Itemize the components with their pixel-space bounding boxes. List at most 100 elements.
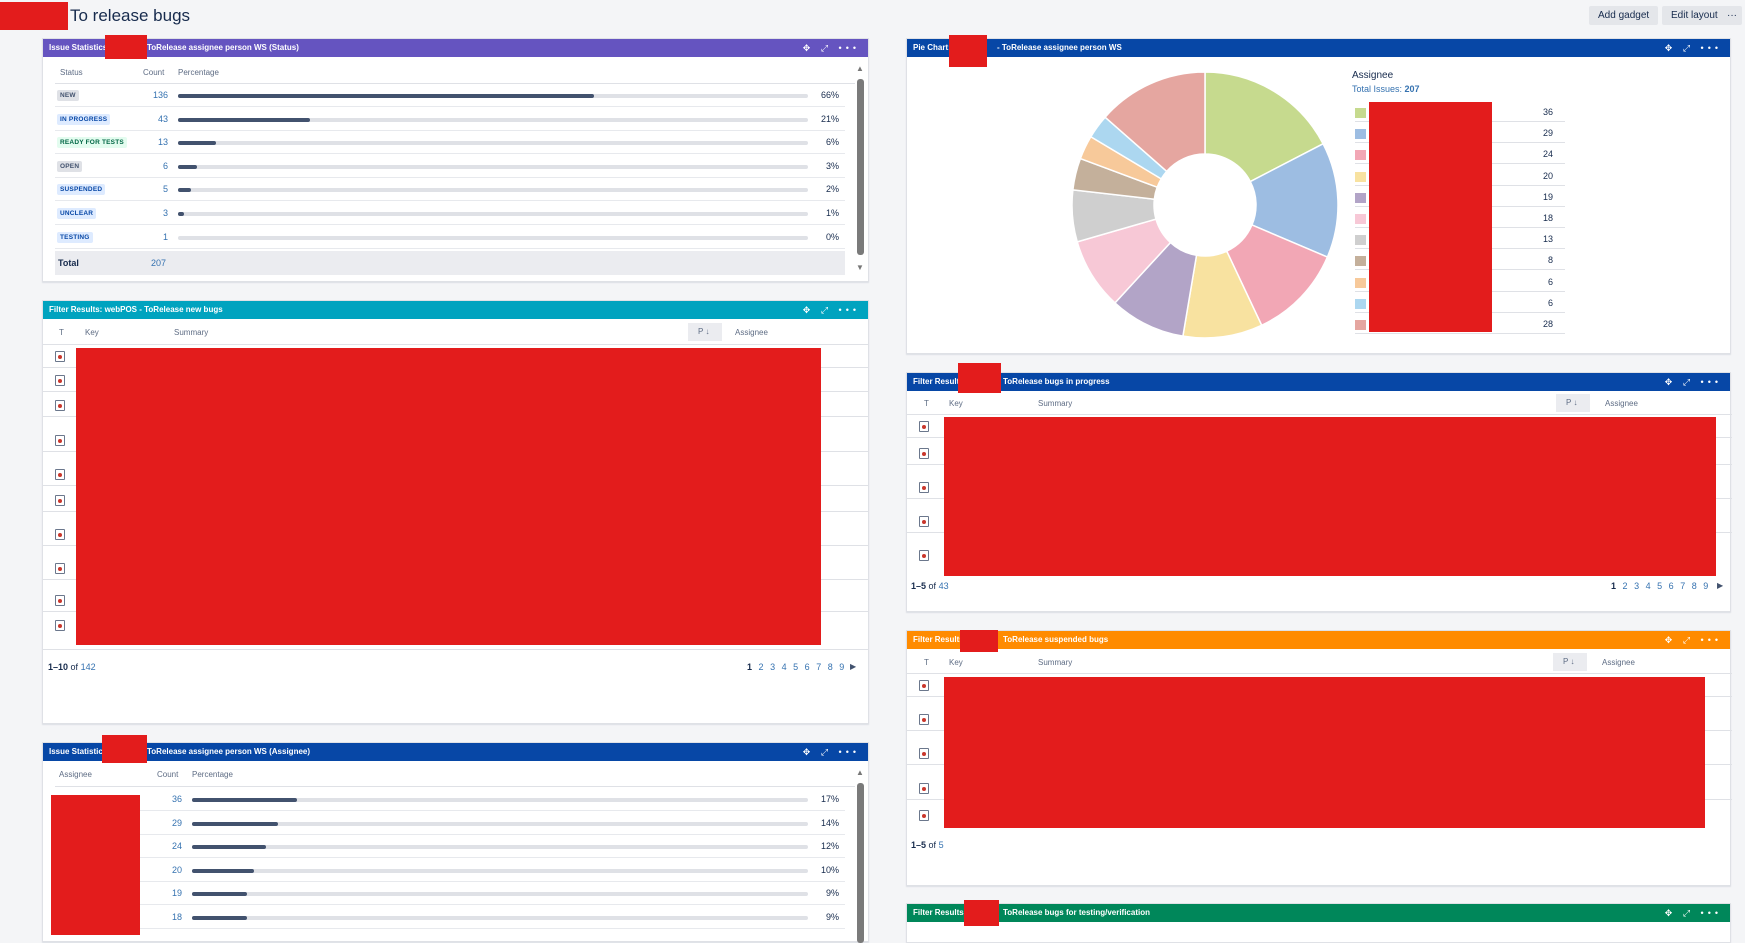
menu-icon[interactable]: ••• bbox=[1701, 377, 1722, 387]
move-icon[interactable]: ✥ bbox=[1665, 908, 1677, 918]
gadget-header[interactable]: Filter Results: ToRelease bugs for testi… bbox=[907, 904, 1730, 922]
status-count[interactable]: 13 bbox=[138, 137, 168, 147]
page-link[interactable]: 8 bbox=[828, 662, 835, 672]
column-header-type[interactable]: T bbox=[924, 399, 929, 408]
page-link[interactable]: 7 bbox=[1680, 581, 1687, 591]
total-count[interactable]: 207 bbox=[151, 258, 166, 268]
column-header-summary[interactable]: Summary bbox=[174, 328, 208, 337]
page-link[interactable]: 2 bbox=[1623, 581, 1630, 591]
menu-icon[interactable]: ••• bbox=[1701, 908, 1722, 918]
status-badge[interactable]: OPEN bbox=[57, 160, 83, 172]
menu-icon[interactable]: ••• bbox=[839, 43, 860, 53]
gadget-header[interactable]: Filter Results: ToRelease bugs in progre… bbox=[907, 373, 1730, 391]
column-header-summary[interactable]: Summary bbox=[1038, 658, 1072, 667]
scroll-down-icon[interactable]: ▼ bbox=[856, 263, 864, 272]
column-header-priority[interactable]: P ↓ bbox=[688, 323, 722, 341]
status-badge[interactable]: IN PROGRESS bbox=[57, 113, 111, 125]
pagination[interactable]: 1 2 3 4 5 6 7 8 9 bbox=[1611, 581, 1710, 591]
status-badge[interactable]: TESTING bbox=[57, 231, 93, 243]
results-total-link[interactable]: 142 bbox=[81, 662, 96, 672]
edit-layout-button[interactable]: Edit layout bbox=[1662, 6, 1727, 25]
status-badge[interactable]: READY FOR TESTS bbox=[57, 137, 127, 149]
move-icon[interactable]: ✥ bbox=[1665, 43, 1677, 53]
expand-icon[interactable]: ⤢ bbox=[1683, 377, 1694, 387]
scroll-up-icon[interactable]: ▲ bbox=[856, 64, 864, 73]
column-header-key[interactable]: Key bbox=[949, 399, 963, 408]
page-link[interactable]: 3 bbox=[770, 662, 777, 672]
more-options-button[interactable]: ··· bbox=[1722, 6, 1742, 25]
move-icon[interactable]: ✥ bbox=[1665, 635, 1677, 645]
status-badge[interactable]: SUSPENDED bbox=[57, 184, 106, 196]
column-header-priority[interactable]: P ↓ bbox=[1556, 394, 1590, 412]
gadget-header[interactable]: Filter Results: ToRelease suspended bugs… bbox=[907, 631, 1730, 649]
add-gadget-button[interactable]: Add gadget bbox=[1589, 6, 1659, 25]
legend-value: 24 bbox=[1542, 149, 1553, 160]
move-icon[interactable]: ✥ bbox=[1665, 377, 1677, 387]
gadget-header[interactable]: Issue Statistics: ToRelease assignee per… bbox=[43, 39, 868, 57]
scrollbar[interactable] bbox=[857, 79, 864, 255]
page-link[interactable]: 5 bbox=[1657, 581, 1664, 591]
assignee-count[interactable]: 18 bbox=[152, 912, 182, 922]
column-header-type[interactable]: T bbox=[924, 658, 929, 667]
page-link[interactable]: 4 bbox=[782, 662, 789, 672]
gadget-header[interactable]: Filter Results: webPOS - ToRelease new b… bbox=[43, 301, 868, 319]
move-icon[interactable]: ✥ bbox=[803, 43, 815, 53]
page-link[interactable]: 5 bbox=[793, 662, 800, 672]
column-header-type[interactable]: T bbox=[59, 328, 64, 337]
status-badge[interactable]: NEW bbox=[57, 90, 79, 101]
results-total-link[interactable]: 5 bbox=[939, 840, 944, 850]
column-header-summary[interactable]: Summary bbox=[1038, 399, 1072, 408]
column-header-priority[interactable]: P ↓ bbox=[1553, 653, 1587, 671]
page-link[interactable]: 7 bbox=[816, 662, 823, 672]
expand-icon[interactable]: ⤢ bbox=[1683, 908, 1694, 918]
page-link[interactable]: 9 bbox=[839, 662, 846, 672]
assignee-count[interactable]: 24 bbox=[152, 841, 182, 851]
next-page-icon[interactable]: ▶ bbox=[850, 662, 856, 671]
page-link[interactable]: 1 bbox=[747, 662, 754, 672]
assignee-count[interactable]: 20 bbox=[152, 865, 182, 875]
gadget-header[interactable]: Pie Chart: - ToRelease assignee person W… bbox=[907, 39, 1730, 57]
menu-icon[interactable]: ••• bbox=[839, 305, 860, 315]
column-header-key[interactable]: Key bbox=[949, 658, 963, 667]
page-link[interactable]: 6 bbox=[805, 662, 812, 672]
expand-icon[interactable]: ⤢ bbox=[1683, 43, 1694, 53]
page-link[interactable]: 8 bbox=[1692, 581, 1699, 591]
expand-icon[interactable]: ⤢ bbox=[821, 747, 832, 757]
status-count[interactable]: 3 bbox=[138, 208, 168, 218]
page-link[interactable]: 9 bbox=[1703, 581, 1710, 591]
scroll-up-icon[interactable]: ▲ bbox=[856, 768, 864, 777]
page-link[interactable]: 4 bbox=[1646, 581, 1653, 591]
gadget-header[interactable]: Issue Statistics: ToRelease assignee per… bbox=[43, 743, 868, 761]
scrollbar[interactable] bbox=[857, 783, 864, 943]
next-page-icon[interactable]: ▶ bbox=[1717, 581, 1723, 590]
assignee-count[interactable]: 36 bbox=[152, 794, 182, 804]
assignee-count[interactable]: 29 bbox=[152, 818, 182, 828]
status-count[interactable]: 6 bbox=[138, 161, 168, 171]
menu-icon[interactable]: ••• bbox=[1701, 635, 1722, 645]
move-icon[interactable]: ✥ bbox=[803, 305, 815, 315]
status-badge[interactable]: UNCLEAR bbox=[57, 208, 97, 219]
page-link[interactable]: 3 bbox=[1634, 581, 1641, 591]
assignee-count[interactable]: 19 bbox=[152, 888, 182, 898]
column-header-assignee[interactable]: Assignee bbox=[1605, 399, 1638, 408]
expand-icon[interactable]: ⤢ bbox=[821, 43, 832, 53]
column-header-key[interactable]: Key bbox=[85, 328, 99, 337]
status-count[interactable]: 43 bbox=[138, 114, 168, 124]
bug-icon bbox=[919, 421, 929, 432]
menu-icon[interactable]: ••• bbox=[839, 747, 860, 757]
pagination[interactable]: 1 2 3 4 5 6 7 8 9 bbox=[747, 662, 846, 672]
status-count[interactable]: 5 bbox=[138, 184, 168, 194]
page-link[interactable]: 6 bbox=[1669, 581, 1676, 591]
expand-icon[interactable]: ⤢ bbox=[821, 305, 832, 315]
page-link[interactable]: 2 bbox=[759, 662, 766, 672]
status-count[interactable]: 1 bbox=[138, 232, 168, 242]
expand-icon[interactable]: ⤢ bbox=[1683, 635, 1694, 645]
column-header-assignee[interactable]: Assignee bbox=[1602, 658, 1635, 667]
legend-value: 8 bbox=[1547, 255, 1553, 266]
move-icon[interactable]: ✥ bbox=[803, 747, 815, 757]
results-total-link[interactable]: 43 bbox=[939, 581, 949, 591]
menu-icon[interactable]: ••• bbox=[1701, 43, 1722, 53]
page-link[interactable]: 1 bbox=[1611, 581, 1618, 591]
column-header-assignee[interactable]: Assignee bbox=[735, 328, 768, 337]
status-count[interactable]: 136 bbox=[138, 90, 168, 100]
